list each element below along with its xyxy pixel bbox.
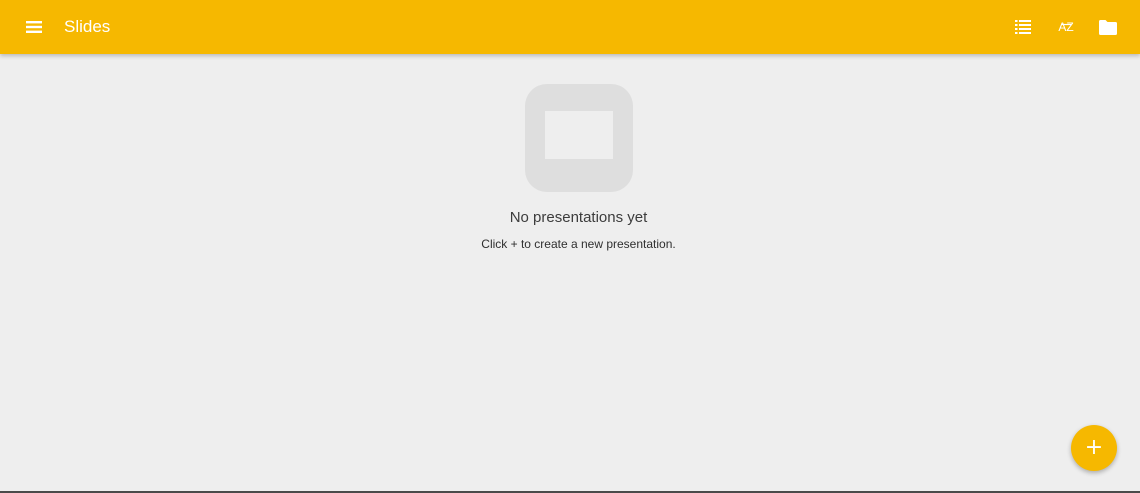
- empty-state-hint: Click + to create a new presentation.: [481, 237, 676, 251]
- add-icon: +: [1084, 435, 1104, 460]
- sort-icon-label: AZ: [1058, 20, 1073, 34]
- list-view-icon: [1015, 20, 1031, 34]
- empty-state: No presentations yet Click + to create a…: [0, 84, 1140, 252]
- folder-icon: [1099, 19, 1117, 35]
- open-folder-button[interactable]: [1092, 11, 1124, 43]
- presentation-placeholder-icon: [524, 84, 633, 192]
- sort-button[interactable]: AZ: [1050, 11, 1082, 43]
- add-presentation-button[interactable]: +: [1071, 425, 1117, 471]
- sort-alphabetical-icon: AZ: [1058, 20, 1073, 34]
- menu-button[interactable]: [18, 11, 50, 43]
- list-view-button[interactable]: [1007, 11, 1039, 43]
- slides-app: Slides AZ No presentations yet Click + t…: [0, 0, 1140, 493]
- app-title: Slides: [64, 17, 111, 36]
- empty-state-title: No presentations yet: [509, 209, 648, 226]
- hamburger-menu-icon: [26, 21, 42, 33]
- app-bar: Slides AZ: [0, 0, 1140, 54]
